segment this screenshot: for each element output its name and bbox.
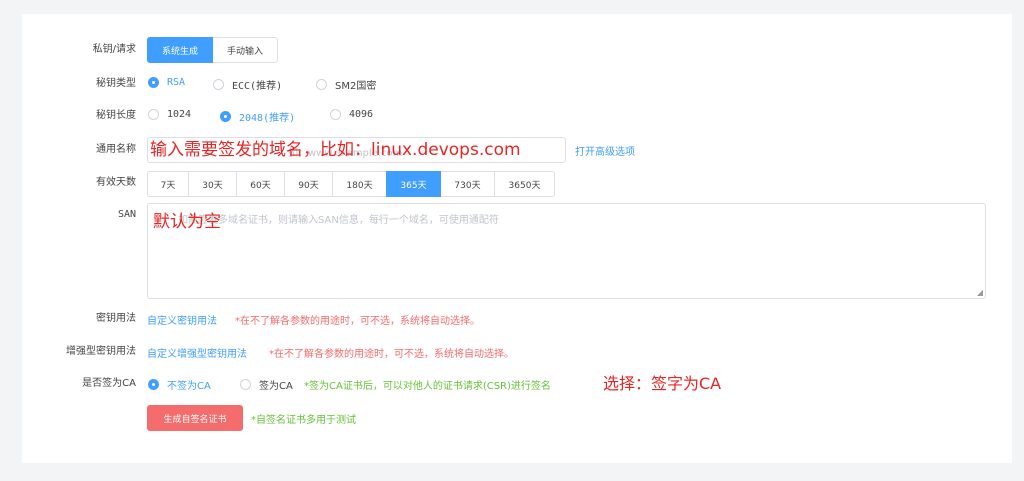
key-request-toggle: 系统生成 手动输入 <box>147 37 278 63</box>
radio-ecc[interactable]: ECC(推荐) <box>213 77 282 92</box>
validity-730-button[interactable]: 730天 <box>440 171 495 197</box>
radio-sm2-label: SM2国密 <box>335 81 377 92</box>
custom-key-usage-link[interactable]: 自定义密钥用法 <box>147 312 217 327</box>
radio-4096[interactable]: 4096 <box>330 109 373 120</box>
advanced-options-link[interactable]: 打开高级选项 <box>575 143 635 158</box>
radio-ca-label: 签为CA <box>259 381 293 392</box>
radio-dot <box>330 109 341 120</box>
common-name-label: 通用名称 <box>96 144 136 155</box>
radio-dot <box>213 79 224 90</box>
validity-365-button[interactable]: 365天 <box>386 171 441 197</box>
ext-key-usage-label: 增强型密钥用法 <box>66 346 136 357</box>
key-length-label: 秘钥长度 <box>96 110 136 121</box>
sign-as-ca-hint: *签为CA证书后，可以对他人的证书请求(CSR)进行签名 <box>304 381 551 392</box>
validity-90-button[interactable]: 90天 <box>284 171 333 197</box>
resize-handle-icon[interactable]: ◢ <box>977 289 983 297</box>
radio-1024[interactable]: 1024 <box>148 109 191 120</box>
ext-key-usage-hint: *在不了解各参数的用途时，可不选，系统将自动选择。 <box>269 349 514 360</box>
radio-dot <box>148 109 159 120</box>
generate-cert-button[interactable]: 生成自签名证书 <box>147 405 243 431</box>
radio-dot <box>240 379 251 390</box>
radio-dot <box>316 79 327 90</box>
key-usage-hint: *在不了解各参数的用途时，可不选，系统将自动选择。 <box>235 316 480 327</box>
validity-3650-button[interactable]: 3650天 <box>494 171 555 197</box>
radio-rsa[interactable]: RSA <box>148 77 185 88</box>
sign-as-ca-label: 是否签为CA <box>82 378 136 389</box>
radio-dot <box>148 379 159 390</box>
san-textarea[interactable]: 如需签发多域名证书，则请输入SAN信息，每行一个域名，可使用通配符 ◢ <box>147 203 986 299</box>
radio-2048-label: 2048(推荐) <box>239 113 296 124</box>
annotation-san: 默认为空 <box>153 212 221 232</box>
system-generate-button[interactable]: 系统生成 <box>147 37 213 63</box>
key-request-label: 私钥/请求 <box>92 44 136 55</box>
validity-label: 有效天数 <box>96 177 136 188</box>
annotation-ca: 选择：签字为CA <box>603 374 722 393</box>
custom-ext-key-usage-link[interactable]: 自定义增强型密钥用法 <box>147 345 247 360</box>
radio-not-ca-label: 不签为CA <box>167 381 211 392</box>
validity-7-button[interactable]: 7天 <box>147 171 189 197</box>
manual-input-button[interactable]: 手动输入 <box>212 37 278 63</box>
radio-ecc-label: ECC(推荐) <box>232 81 283 92</box>
validity-60-button[interactable]: 60天 <box>236 171 285 197</box>
validity-180-button[interactable]: 180天 <box>332 171 387 197</box>
radio-ca[interactable]: 签为CA <box>240 377 293 392</box>
key-usage-label: 密钥用法 <box>96 313 136 324</box>
radio-dot <box>148 77 159 88</box>
radio-4096-label: 4096 <box>349 109 374 120</box>
radio-not-ca[interactable]: 不签为CA <box>148 377 211 392</box>
key-type-label: 秘钥类型 <box>96 78 136 89</box>
submit-hint: *自签名证书多用于测试 <box>251 415 356 426</box>
radio-1024-label: 1024 <box>167 109 192 120</box>
san-label: SAN <box>117 209 136 220</box>
annotation-common-name: 输入需要签发的域名，比如：linux.devops.com <box>150 140 521 160</box>
validity-30-button[interactable]: 30天 <box>188 171 237 197</box>
validity-toggle: 7天 30天 60天 90天 180天 365天 730天 3650天 <box>147 171 555 197</box>
san-placeholder: 如需签发多域名证书，则请输入SAN信息，每行一个域名，可使用通配符 <box>178 215 499 226</box>
radio-sm2[interactable]: SM2国密 <box>316 77 376 92</box>
radio-2048[interactable]: 2048(推荐) <box>220 109 295 124</box>
radio-rsa-label: RSA <box>167 77 186 88</box>
radio-dot <box>220 111 231 122</box>
